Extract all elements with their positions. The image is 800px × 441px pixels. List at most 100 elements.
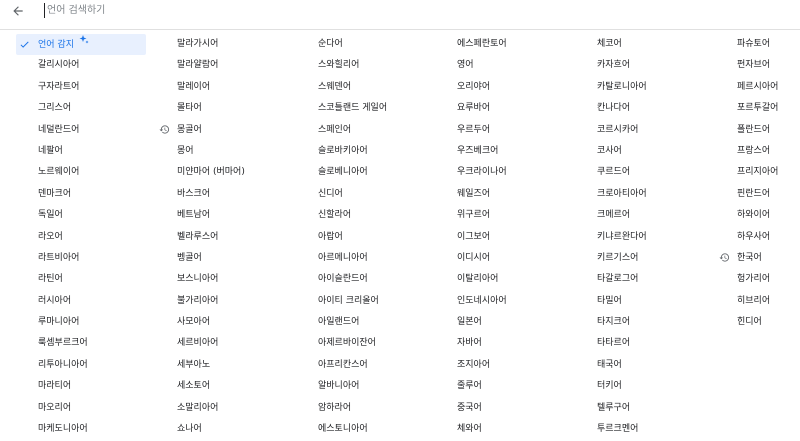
language-option[interactable]: 아이슬란드어 bbox=[318, 269, 458, 290]
language-option[interactable]: 에스토니아어 bbox=[318, 419, 458, 440]
language-option[interactable]: 몽골어 bbox=[158, 120, 317, 141]
language-option[interactable]: 아프리칸스어 bbox=[318, 355, 458, 376]
language-option[interactable]: 라틴어 bbox=[16, 269, 156, 290]
language-option[interactable]: 힌디어 bbox=[737, 312, 800, 333]
language-option[interactable]: 불가리아어 bbox=[177, 291, 317, 312]
language-option[interactable]: 루마니아어 bbox=[16, 312, 156, 333]
language-option[interactable]: 사모아어 bbox=[177, 312, 317, 333]
language-option[interactable]: 리투아니아어 bbox=[16, 355, 156, 376]
language-option[interactable]: 스코틀랜드 게일어 bbox=[318, 98, 458, 119]
language-option[interactable]: 폴란드어 bbox=[737, 120, 800, 141]
language-option[interactable]: 타갈로그어 bbox=[597, 269, 737, 290]
language-option[interactable]: 갈리시아어 bbox=[16, 55, 156, 76]
language-option[interactable]: 스페인어 bbox=[318, 120, 458, 141]
language-option[interactable]: 마케도니아어 bbox=[16, 419, 156, 440]
language-option[interactable]: 칸나다어 bbox=[597, 98, 737, 119]
language-option[interactable]: 오리야어 bbox=[457, 77, 597, 98]
language-option[interactable]: 쇼나어 bbox=[177, 419, 317, 440]
language-option[interactable]: 타밀어 bbox=[597, 291, 737, 312]
language-option[interactable]: 카자흐어 bbox=[597, 55, 737, 76]
language-option[interactable]: 페르시아어 bbox=[737, 77, 800, 98]
language-option[interactable]: 아르메니아어 bbox=[318, 248, 458, 269]
language-option[interactable]: 크로아티아어 bbox=[597, 184, 737, 205]
language-option[interactable]: 텔루구어 bbox=[597, 398, 737, 419]
language-option[interactable]: 마라티어 bbox=[16, 376, 156, 397]
language-option[interactable]: 투르크멘어 bbox=[597, 419, 737, 440]
language-option[interactable]: 아일랜드어 bbox=[318, 312, 458, 333]
language-option[interactable]: 터키어 bbox=[597, 376, 737, 397]
language-option[interactable]: 노르웨이어 bbox=[16, 162, 156, 183]
language-option[interactable]: 우르두어 bbox=[457, 120, 597, 141]
language-option[interactable]: 미얀마어 (버마어) bbox=[177, 162, 317, 183]
language-option[interactable]: 타지크어 bbox=[597, 312, 737, 333]
language-option[interactable]: 포르투갈어 bbox=[737, 98, 800, 119]
language-option[interactable]: 코르시카어 bbox=[597, 120, 737, 141]
language-option[interactable]: 이탈리아어 bbox=[457, 269, 597, 290]
language-option[interactable]: 조지아어 bbox=[457, 355, 597, 376]
language-option[interactable]: 세소토어 bbox=[177, 376, 317, 397]
language-option[interactable]: 세부아노 bbox=[177, 355, 317, 376]
language-option[interactable]: 히브리어 bbox=[737, 291, 800, 312]
language-option[interactable]: 일본어 bbox=[457, 312, 597, 333]
language-option[interactable]: 알바니아어 bbox=[318, 376, 458, 397]
language-option[interactable]: 하우사어 bbox=[737, 227, 800, 248]
language-option[interactable]: 프랑스어 bbox=[737, 141, 800, 162]
language-option[interactable]: 체와어 bbox=[457, 419, 597, 440]
language-option[interactable]: 네팔어 bbox=[16, 141, 156, 162]
language-option[interactable]: 아제르바이잔어 bbox=[318, 333, 458, 354]
language-option[interactable]: 슬로바키아어 bbox=[318, 141, 458, 162]
language-option[interactable]: 키냐르완다어 bbox=[597, 227, 737, 248]
language-option[interactable]: 말라가시어 bbox=[177, 34, 317, 55]
language-option[interactable]: 에스페란토어 bbox=[457, 34, 597, 55]
language-option[interactable]: 키르기스어 bbox=[597, 248, 737, 269]
language-option[interactable]: 독일어 bbox=[16, 205, 156, 226]
language-option[interactable]: 헝가리어 bbox=[737, 269, 800, 290]
language-option[interactable]: 줄루어 bbox=[457, 376, 597, 397]
language-option[interactable]: 신할라어 bbox=[318, 205, 458, 226]
language-option[interactable]: 펀자브어 bbox=[737, 55, 800, 76]
back-arrow-icon[interactable] bbox=[8, 1, 28, 21]
language-option[interactable]: 스웨덴어 bbox=[318, 77, 458, 98]
language-option[interactable]: 한국어 bbox=[718, 248, 800, 269]
language-option[interactable]: 핀란드어 bbox=[737, 184, 800, 205]
language-option[interactable]: 룩셈부르크어 bbox=[16, 333, 156, 354]
language-option[interactable]: 베트남어 bbox=[177, 205, 317, 226]
language-option[interactable]: 벨라루스어 bbox=[177, 227, 317, 248]
language-option[interactable]: 덴마크어 bbox=[16, 184, 156, 205]
language-option[interactable]: 소말리아어 bbox=[177, 398, 317, 419]
language-option[interactable]: 우즈베크어 bbox=[457, 141, 597, 162]
language-option[interactable]: 코사어 bbox=[597, 141, 737, 162]
language-option[interactable]: 체코어 bbox=[597, 34, 737, 55]
language-option[interactable]: 프리지아어 bbox=[737, 162, 800, 183]
language-option[interactable]: 몰타어 bbox=[177, 98, 317, 119]
language-option[interactable]: 중국어 bbox=[457, 398, 597, 419]
detect-language-option[interactable]: 언어 감지 bbox=[16, 34, 146, 56]
language-option[interactable]: 구자라트어 bbox=[16, 77, 156, 98]
language-option[interactable]: 우크라이나어 bbox=[457, 162, 597, 183]
language-option[interactable]: 크메르어 bbox=[597, 205, 737, 226]
language-option[interactable]: 카탈로니아어 bbox=[597, 77, 737, 98]
language-option[interactable]: 암하라어 bbox=[318, 398, 458, 419]
language-option[interactable]: 바스크어 bbox=[177, 184, 317, 205]
language-option[interactable]: 라트비아어 bbox=[16, 248, 156, 269]
language-option[interactable]: 스와힐리어 bbox=[318, 55, 458, 76]
language-option[interactable]: 아랍어 bbox=[318, 227, 458, 248]
language-option[interactable]: 요루바어 bbox=[457, 98, 597, 119]
language-option[interactable]: 인도네시아어 bbox=[457, 291, 597, 312]
language-option[interactable]: 말라얄람어 bbox=[177, 55, 317, 76]
language-option[interactable]: 태국어 bbox=[597, 355, 737, 376]
language-option[interactable]: 세르비아어 bbox=[177, 333, 317, 354]
search-input[interactable] bbox=[47, 1, 447, 19]
language-option[interactable]: 그리스어 bbox=[16, 98, 156, 119]
language-option[interactable]: 파슈토어 bbox=[737, 34, 800, 55]
language-option[interactable]: 하와이어 bbox=[737, 205, 800, 226]
language-option[interactable]: 몽어 bbox=[177, 141, 317, 162]
language-option[interactable]: 마오리어 bbox=[16, 398, 156, 419]
language-option[interactable]: 슬로베니아어 bbox=[318, 162, 458, 183]
language-option[interactable]: 신디어 bbox=[318, 184, 458, 205]
language-option[interactable]: 라오어 bbox=[16, 227, 156, 248]
language-option[interactable]: 영어 bbox=[457, 55, 597, 76]
language-option[interactable]: 러시아어 bbox=[16, 291, 156, 312]
language-option[interactable]: 네덜란드어 bbox=[16, 120, 156, 141]
language-option[interactable]: 위구르어 bbox=[457, 205, 597, 226]
